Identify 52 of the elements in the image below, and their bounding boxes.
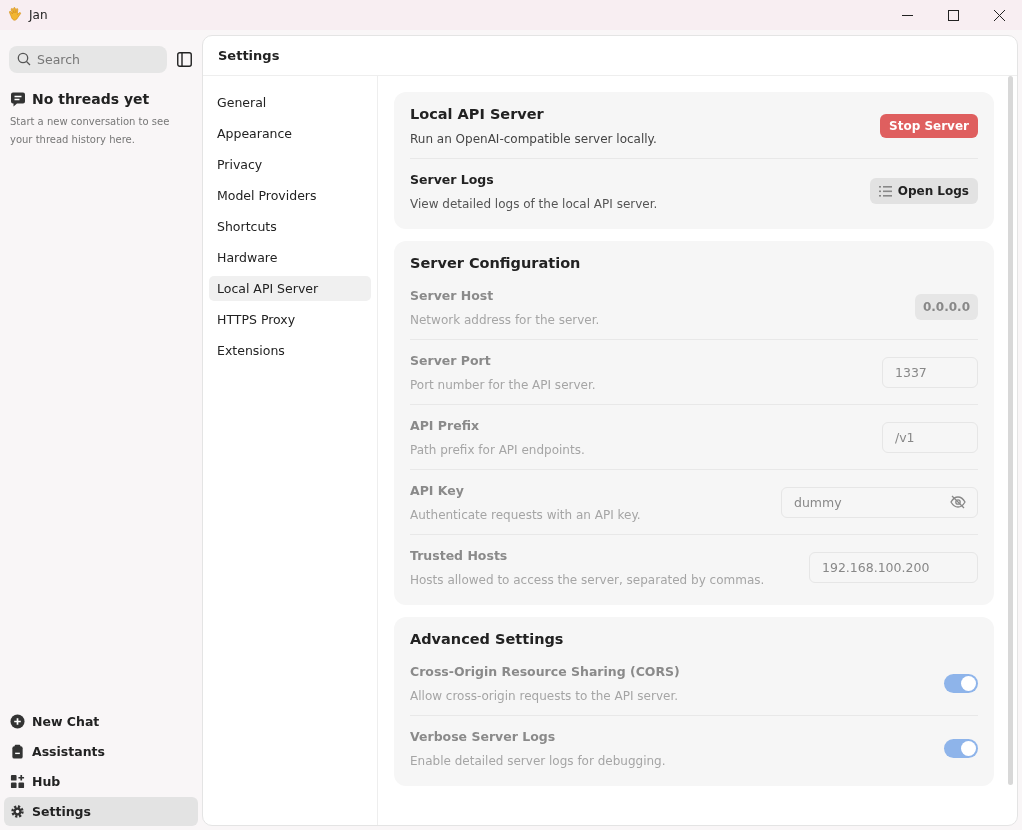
setting-label: API Prefix [410,417,480,433]
host-badge: 0.0.0.0 [914,294,978,320]
setting-description: Path prefix for API endpoints. [410,442,585,457]
empty-state-title: No threads yet [32,91,150,107]
setting-description: Hosts allowed to access the server, separated by commas. [410,572,765,587]
eye-off-icon[interactable] [950,494,966,509]
window-title: Jan [29,8,48,22]
clipboard-icon [10,744,25,759]
setting-label: Verbose Server Logs [410,728,557,744]
setting-description: Allow cross-origin requests to the API server. [410,688,680,703]
search-field[interactable]: Search [9,46,167,73]
setting-label: Server Port [410,352,492,368]
setting-description: Network address for the server. [410,312,600,327]
chat-bubble-icon [10,91,26,107]
nav-item[interactable]: Settings [4,797,198,826]
nav-item[interactable]: Hub [4,767,198,796]
plus-circle-icon [10,714,25,729]
settings-menu-item[interactable]: Appearance [209,121,371,146]
setting-label: Trusted Hosts [410,547,509,563]
maximize-icon [947,9,959,21]
card-title: Advanced Settings [410,631,565,647]
setting-description: Port number for the API server. [410,377,596,392]
open-logs-button[interactable]: Open Logs [869,178,978,204]
nav-item[interactable]: New Chat [4,707,198,736]
card-description: Run an OpenAI-compatible server locally. [410,132,657,146]
setting-label: Server Logs [410,171,495,187]
setting-label: API Key [410,482,465,498]
settings-menu-item[interactable]: Extensions [209,338,371,363]
waving-hand-icon [8,7,23,23]
nav-item[interactable]: Assistants [4,737,198,766]
stop-server-button[interactable]: Stop Server [880,114,978,138]
grid-plus-icon [10,774,25,789]
settings-menu-item[interactable]: Model Providers [209,183,371,208]
settings-icon [10,804,25,819]
card-title: Local API Server [410,106,545,122]
setting-label: Cross-Origin Resource Sharing (CORS) [410,663,680,679]
card-title: Server Configuration [410,255,582,271]
setting-description: Enable detailed server logs for debugging. [410,753,666,768]
settings-menu-item[interactable]: Shortcuts [209,214,371,239]
sidebar-toggle-icon[interactable] [175,50,194,69]
settings-menu-item[interactable]: General [209,90,371,115]
settings-menu-item[interactable]: HTTPS Proxy [209,307,371,332]
settings-menu-item[interactable]: Hardware [209,245,371,270]
setting-label: Server Host [410,287,495,303]
list-icon [878,185,892,197]
settings-menu-item[interactable]: Local API Server [209,276,371,301]
empty-state-text: Start a new conversation to see your thread history here. [10,115,171,147]
setting-description: Authenticate requests with an API key. [410,507,641,522]
page-title: Settings [218,48,280,63]
settings-menu-item[interactable]: Privacy [209,152,371,177]
close-icon [993,9,1005,21]
setting-description: View detailed logs of the local API server. [410,196,658,211]
